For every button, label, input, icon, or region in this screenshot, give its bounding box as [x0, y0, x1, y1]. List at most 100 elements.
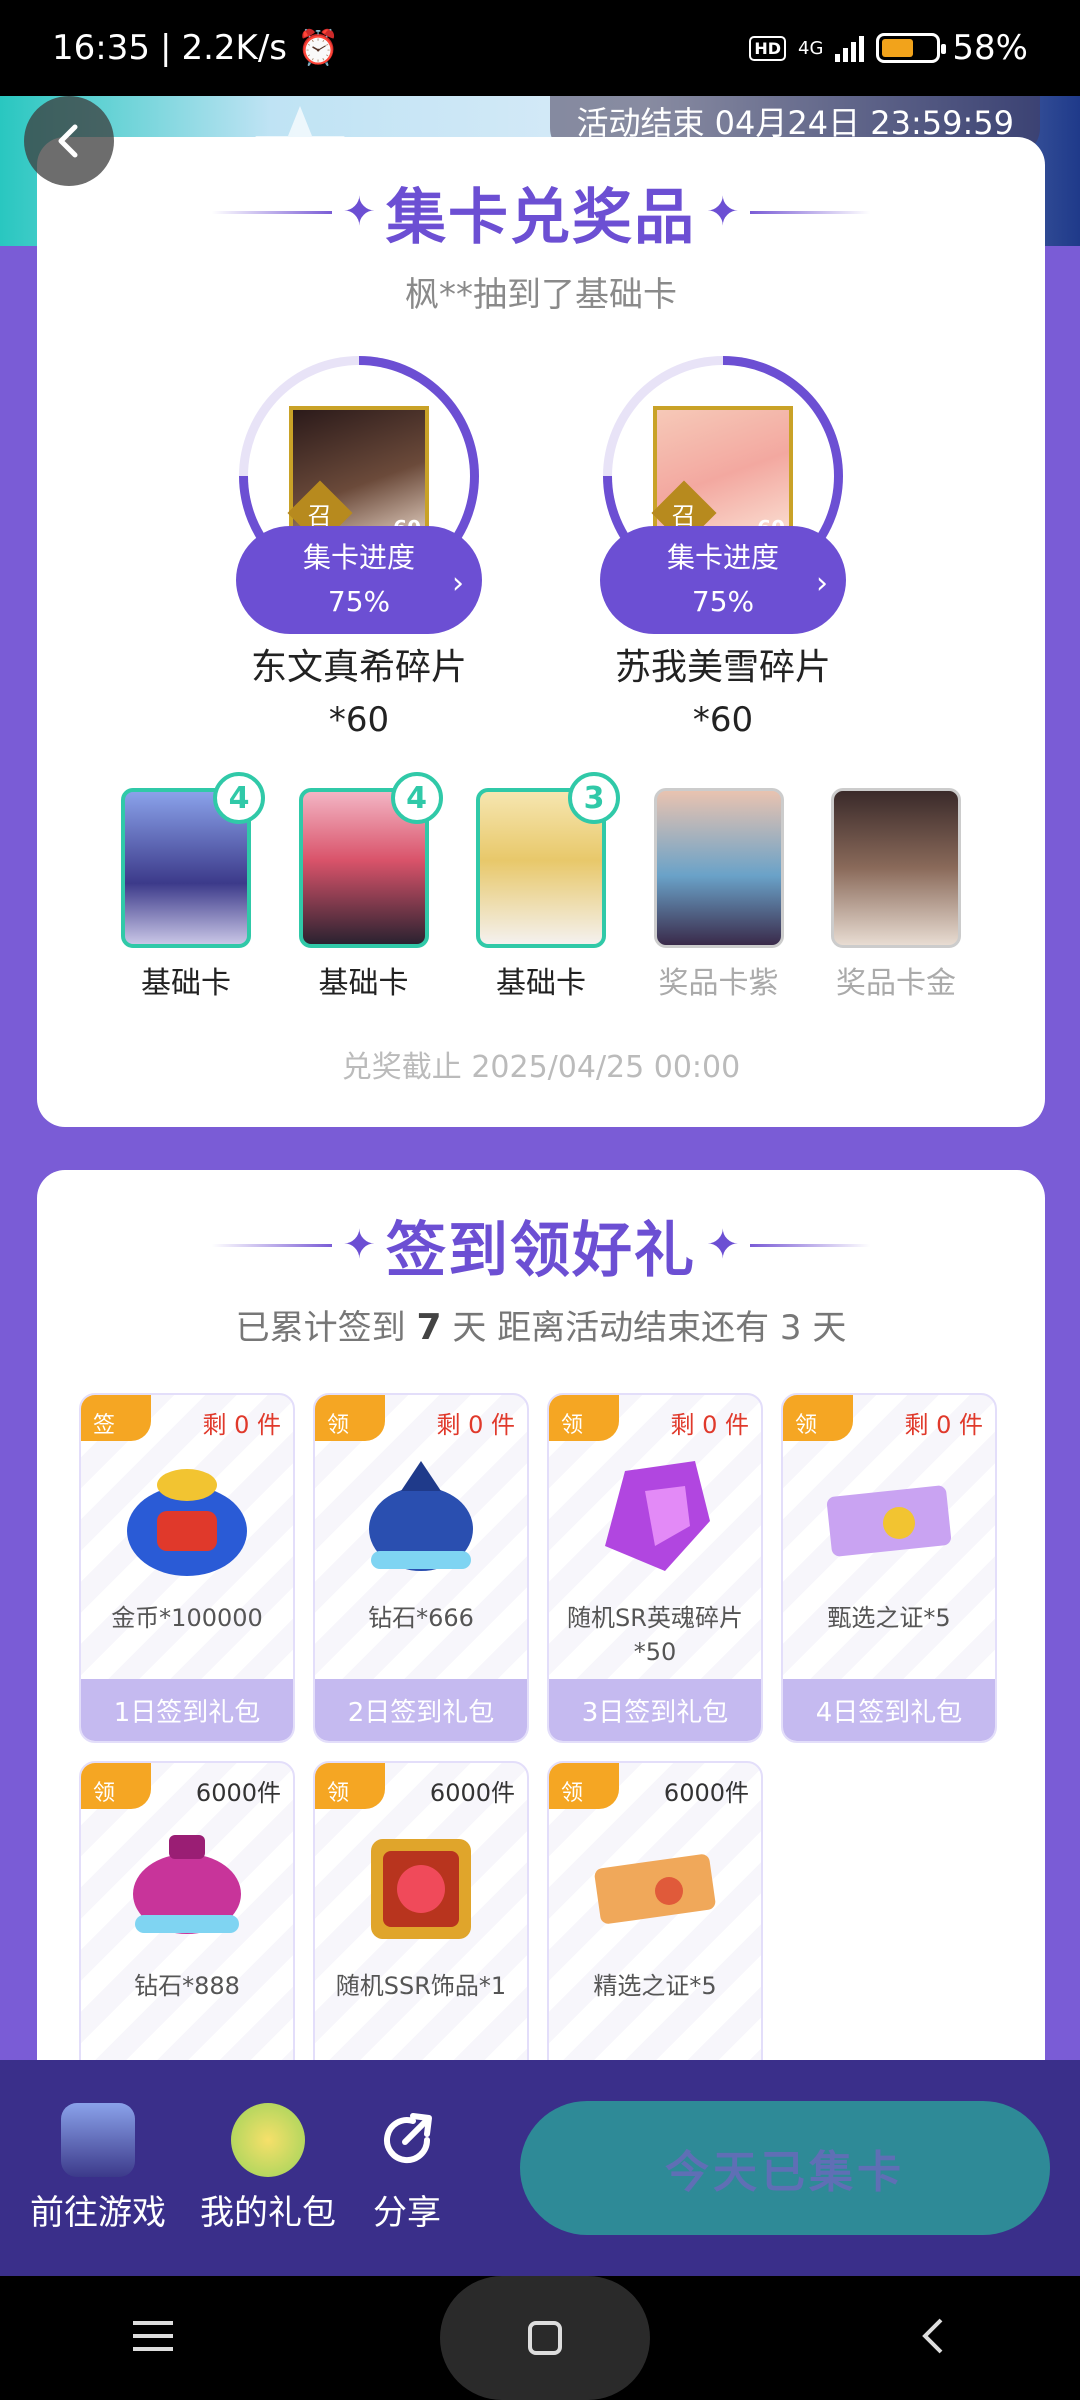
collect-card-section: ✦ 集卡兑奖品 ✦ 枫**抽到了基础卡 召 60 集卡进度 75% › 东文真希… — [37, 137, 1045, 1127]
my-gifts-button[interactable]: 我的礼包 — [200, 2102, 336, 2234]
card-count-badge: 3 — [568, 772, 620, 824]
gift-remaining: 剩 0 件 — [202, 1411, 281, 1439]
sparkle-icon: ✦ — [706, 189, 740, 235]
gift-name: 金币*100000 — [111, 1604, 263, 1632]
prize-name: 苏我美雪碎片 — [614, 647, 831, 688]
system-nav-bar — [0, 2276, 1080, 2400]
card-label: 奖品卡金 — [836, 966, 956, 1001]
card-label: 基础卡 — [141, 966, 231, 1001]
prize-item[interactable]: 召 60 集卡进度 75% › 东文真希碎片 *60 — [229, 356, 489, 740]
card-label: 奖品卡紫 — [658, 966, 779, 1001]
gift-remaining: 6000件 — [195, 1779, 281, 1807]
chevron-right-icon: › — [452, 566, 464, 601]
battery-level: 58% — [952, 28, 1028, 68]
gift-avatar-icon — [231, 2102, 305, 2177]
sparkle-icon: ✦ — [706, 1222, 740, 1268]
gift-item[interactable]: 领 6000件 精选之证*5 — [547, 1761, 763, 2111]
puzzle-shard-icon — [580, 1451, 730, 1581]
card-label: 基础卡 — [318, 966, 409, 1001]
progress-pill[interactable]: 集卡进度 75% › — [600, 526, 846, 634]
gift-item[interactable]: 领 剩 0 件 钻石*666 2日签到礼包 — [313, 1393, 529, 1743]
gift-tag: 领 — [783, 1395, 853, 1441]
section-title: 签到领好礼 — [386, 1215, 696, 1286]
gift-day-label: 2日签到礼包 — [315, 1679, 527, 1741]
gift-name: 甄选之证*5 — [827, 1604, 951, 1632]
gift-day-label: 3日签到礼包 — [549, 1679, 761, 1741]
collect-card[interactable]: 奖品卡紫 — [653, 788, 784, 1002]
network-label: 4G — [798, 37, 824, 59]
card-collection-row: 4 基础卡 4 基础卡 3 基础卡 奖品卡紫 奖品卡金 — [37, 772, 1045, 1002]
gift-remaining: 剩 0 件 — [670, 1411, 749, 1439]
gift-item[interactable]: 领 剩 0 件 随机SR英魂碎片*50 3日签到礼包 — [547, 1393, 763, 1743]
gift-tag: 领 — [315, 1395, 385, 1441]
gift-remaining: 剩 0 件 — [436, 1411, 515, 1439]
battery-icon — [876, 33, 947, 63]
gift-day-label: 4日签到礼包 — [783, 1679, 995, 1741]
chevron-left-icon — [58, 124, 78, 158]
sparkle-icon: ✦ — [342, 189, 376, 235]
sparkle-icon: ✦ — [342, 1222, 376, 1268]
prize-name: 东文真希碎片 — [250, 647, 467, 688]
gift-tag: 领 — [549, 1395, 619, 1441]
hd-icon: HD — [749, 35, 787, 61]
ticket-icon — [580, 1819, 730, 1949]
gift-item[interactable]: 领 6000件 随机SSR饰品*1 — [313, 1761, 529, 2111]
back-button[interactable] — [24, 96, 114, 186]
status-bar: 16:35 | 2.2K/s ⏰ HD 4G 58% — [0, 0, 1080, 96]
card-count-badge: 4 — [390, 772, 443, 824]
prize-portrait: 召 60 — [651, 406, 793, 546]
gift-remaining: 剩 0 件 — [904, 1411, 983, 1439]
gift-name: 随机SR英魂碎片*50 — [567, 1604, 743, 1666]
coin-bag-icon — [112, 1451, 262, 1581]
diamond-bag-icon — [346, 1451, 496, 1581]
gift-name: 随机SSR饰品*1 — [335, 1972, 507, 2000]
prize-quantity: *60 — [692, 700, 754, 740]
gift-name: 钻石*888 — [134, 1972, 240, 2000]
gift-remaining: 6000件 — [663, 1779, 749, 1807]
gift-tag: 领 — [81, 1763, 151, 1809]
gift-tag: 领 — [315, 1763, 385, 1809]
collect-card[interactable]: 4 基础卡 — [298, 772, 443, 1002]
gift-day-label: 1日签到礼包 — [81, 1679, 293, 1741]
signin-heading: ✦ 签到领好礼 ✦ — [37, 1200, 1045, 1290]
prize-portrait: 召 60 — [287, 406, 429, 546]
progress-pill[interactable]: 集卡进度 75% › — [236, 526, 482, 634]
bottom-action-bar: 前往游戏 我的礼包 分享 今天已集卡 — [0, 2060, 1080, 2276]
prize-item[interactable]: 召 60 集卡进度 75% › 苏我美雪碎片 *60 — [593, 356, 853, 740]
gift-remaining: 6000件 — [429, 1779, 515, 1807]
gift-item[interactable]: 领 6000件 钻石*888 — [79, 1761, 295, 2111]
chevron-right-icon: › — [816, 566, 828, 601]
collected-today-button[interactable]: 今天已集卡 — [520, 2101, 1050, 2235]
goto-game-button[interactable]: 前往游戏 — [30, 2102, 166, 2234]
gift-tag: 领 — [549, 1763, 619, 1809]
game-avatar-icon — [61, 2102, 135, 2177]
card-count-badge: 4 — [213, 772, 265, 824]
home-square-icon — [527, 2321, 562, 2355]
gift-name: 精选之证*5 — [593, 1972, 717, 2000]
collect-card[interactable]: 3 基础卡 — [476, 772, 620, 1002]
ticket-icon — [814, 1451, 964, 1581]
section-title: 集卡兑奖品 — [386, 182, 696, 253]
alarm-icon: ⏰ — [297, 28, 340, 68]
signal-icon — [835, 34, 865, 62]
collect-heading: ✦ 集卡兑奖品 ✦ — [37, 167, 1045, 257]
draw-ticker: 枫**抽到了基础卡 — [405, 275, 677, 315]
collect-card[interactable]: 4 基础卡 — [121, 772, 265, 1002]
share-icon — [370, 2103, 444, 2177]
share-button[interactable]: 分享 — [370, 2103, 444, 2234]
diamond-bag-icon — [112, 1819, 262, 1949]
gift-item[interactable]: 签 剩 0 件 金币*100000 1日签到礼包 — [79, 1393, 295, 1743]
back-nav-icon[interactable] — [917, 2316, 947, 2360]
menu-icon[interactable] — [133, 2319, 174, 2357]
treasure-box-icon — [346, 1819, 496, 1949]
card-label: 基础卡 — [496, 966, 586, 1001]
home-button[interactable] — [439, 2276, 650, 2400]
net-speed: 2.2K/s — [181, 28, 287, 68]
collect-card[interactable]: 奖品卡金 — [831, 788, 961, 1002]
gift-item[interactable]: 领 剩 0 件 甄选之证*5 4日签到礼包 — [781, 1393, 997, 1743]
clock: 16:35 — [52, 28, 150, 68]
prize-quantity: *60 — [328, 700, 390, 740]
signin-days: 7 — [416, 1307, 442, 1348]
gift-name: 钻石*666 — [368, 1604, 474, 1632]
separator: | — [159, 28, 172, 68]
